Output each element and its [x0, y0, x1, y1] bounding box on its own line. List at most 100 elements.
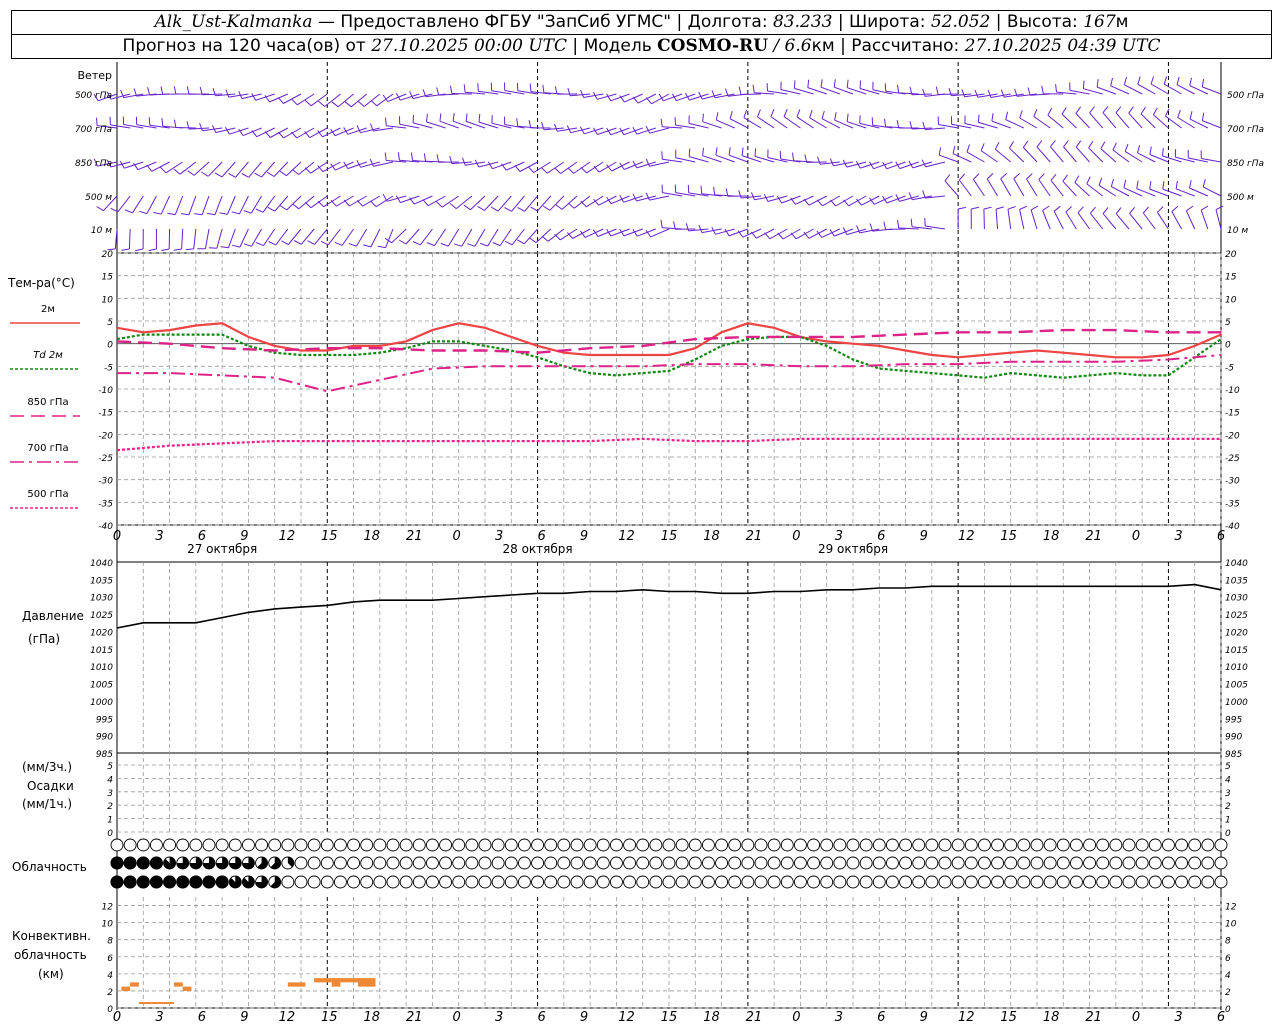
wind-barb-feather [987, 89, 992, 98]
wind-barb-staff [351, 93, 368, 108]
wind-barb-staff [1102, 213, 1117, 230]
cloud-cover-symbol [333, 875, 347, 889]
cloud-cover-fill [123, 875, 137, 889]
wind-barb-feather [1036, 140, 1043, 148]
cloud-cover-symbol [1083, 856, 1097, 870]
wind-barb-staff [461, 228, 473, 247]
wind-barb-feather [542, 84, 545, 93]
cloud-cover-symbol [399, 875, 413, 889]
wind-barb-staff [455, 195, 473, 209]
convective-cloud-bar [138, 1002, 174, 1005]
wind-barb-staff [193, 228, 197, 249]
cloud-cover-symbol [1161, 838, 1175, 852]
wind-barb-feather [426, 113, 428, 122]
wind-barb-feather [1201, 78, 1205, 87]
wind-barb-feather [1102, 207, 1109, 214]
wind-barb-feather [440, 242, 449, 247]
temp-ytick-right: 5 [1225, 318, 1231, 328]
cloud-cover-symbol [504, 838, 518, 852]
time-tick-label: 18 [703, 529, 720, 544]
wind-barb-feather [1140, 106, 1146, 115]
temp-legend-label: 500 гПа [27, 489, 68, 500]
cloud-cover-symbol [833, 856, 847, 870]
cloud-cover-symbol [793, 875, 807, 889]
wind-barb-feather [921, 159, 927, 168]
temp-ytick-right: 0 [1225, 341, 1231, 351]
wind-barb-feather [1096, 79, 1099, 88]
precip-unit-3h: (мм/3ч.) [22, 760, 72, 774]
time-tick-label-bottom: 18 [1043, 1010, 1060, 1024]
time-tick-label-bottom: 21 [746, 1010, 763, 1024]
wind-barb-staff [151, 161, 170, 172]
wind-barb-feather [1176, 76, 1180, 85]
cloud-cover-symbol [872, 875, 886, 889]
wind-barb-feather [467, 243, 476, 247]
wind-barb-feather [1123, 179, 1127, 188]
cloud-cover-symbol [977, 856, 991, 870]
wind-barb-feather [1008, 141, 1015, 149]
wind-level-label-left: 500 м [85, 193, 112, 203]
wind-barb-staff [1063, 146, 1077, 163]
wind-barb-feather [161, 118, 164, 127]
wind-barb-feather [1215, 205, 1224, 211]
wind-barb-feather [938, 147, 941, 156]
time-tick-label-bottom: 6 [198, 1010, 206, 1024]
conv-ytick-right: 12 [1225, 903, 1237, 913]
cloud-cover-symbol [688, 838, 702, 852]
wind-barb-feather [357, 100, 365, 107]
time-tick-label: 0 [113, 529, 121, 544]
cloud-cover-symbol [333, 856, 347, 870]
cloud-cover-symbol [333, 838, 347, 852]
wind-barb-feather [645, 125, 651, 134]
wind-barb-feather [688, 148, 691, 157]
wind-barb-feather [268, 241, 277, 246]
wind-barb-feather [1030, 205, 1039, 211]
wind-barb-feather [1171, 205, 1179, 212]
cloud-cover-symbol [412, 838, 426, 852]
cloud-cover-symbol [570, 875, 584, 889]
wind-barb-feather [528, 119, 532, 129]
wind-barb-feather [606, 93, 612, 102]
cloud-cover-symbol [715, 856, 729, 870]
conv-ytick-left: 6 [107, 954, 113, 964]
cloud-cover-symbol [1030, 875, 1044, 889]
wind-barb-feather [1062, 174, 1068, 182]
time-tick-label-bottom: 18 [363, 1010, 380, 1024]
cloud-cover-symbol [859, 856, 873, 870]
conv-ytick-right: 0 [1225, 1005, 1231, 1015]
cloud-cover-symbol [609, 856, 623, 870]
wind-barb-feather [897, 84, 900, 93]
wind-level-label-right: 500 гПа [1227, 91, 1264, 101]
wind-barb-feather [135, 248, 144, 252]
cloud-cover-symbol [780, 875, 794, 889]
cloud-cover-symbol [623, 875, 637, 889]
wind-barb-staff [743, 117, 762, 129]
temp-ytick-left: -10 [98, 386, 113, 396]
cloud-cover-symbol [478, 856, 492, 870]
wind-barb-feather [674, 117, 676, 126]
wind-barb-staff [1137, 83, 1156, 95]
cloud-cover-symbol [833, 875, 847, 889]
wind-barb-feather [463, 84, 466, 93]
wind-barb-feather [412, 241, 421, 246]
wind-barb-feather [1088, 140, 1094, 149]
cloud-cover-symbol [793, 838, 807, 852]
wind-barb-feather [896, 120, 900, 129]
time-tick-label-bottom: 21 [1085, 1010, 1102, 1024]
cloud-cover-symbol [754, 856, 768, 870]
wind-barb-staff [662, 126, 683, 129]
temp-ytick-right: -25 [1225, 454, 1240, 464]
conv-title-line1: Конвективн. [12, 929, 91, 943]
wind-barb-staff [1033, 116, 1051, 129]
cloud-cover-symbol [412, 856, 426, 870]
cloud-cover-symbol [715, 875, 729, 889]
wind-barb-feather [777, 232, 784, 240]
wind-barb-feather [186, 86, 190, 95]
wind-barb-staff [179, 161, 197, 175]
wind-barb-feather [207, 212, 216, 216]
pressure-panel-title: Давление [22, 609, 84, 623]
cloud-cover-symbol [623, 856, 637, 870]
wind-barb-feather [1189, 77, 1192, 86]
wind-barb-feather [304, 201, 312, 209]
temp-ytick-right: -40 [1225, 522, 1240, 532]
